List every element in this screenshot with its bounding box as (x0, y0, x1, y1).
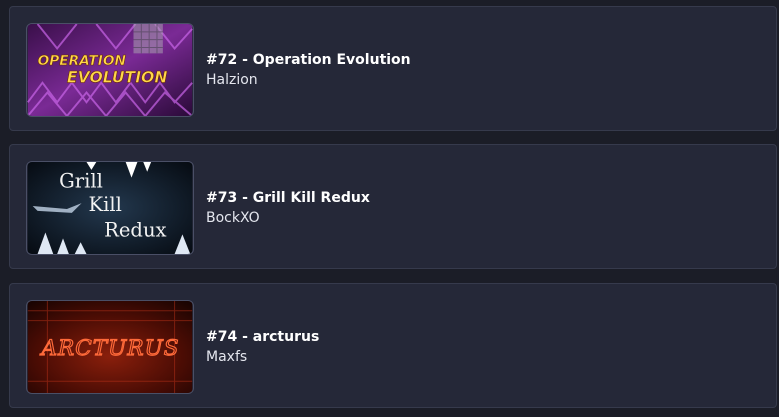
thumbnail-logo-line1: Grill (59, 169, 103, 192)
thumbnail-image: OPERATION EVOLUTION (27, 24, 193, 116)
level-info: #74 - arcturus Maxfs (206, 328, 319, 367)
level-card[interactable]: Grill Kill Redux #73 - Grill Kill Redux … (9, 144, 777, 269)
level-creator: Halzion (206, 72, 258, 88)
level-card[interactable]: OPERATION EVOLUTION #72 - Operation Evol… (9, 6, 777, 131)
thumbnail-logo-line1: OPERATION (38, 53, 127, 69)
level-creator: Maxfs (206, 349, 248, 365)
thumbnail-logo-line2: Kill (88, 193, 121, 216)
thumbnail-logo: ARCTURUS (39, 336, 178, 361)
level-thumbnail[interactable]: Grill Kill Redux (26, 161, 194, 255)
thumbnail-logo-line2: EVOLUTION (67, 68, 168, 87)
thumbnail-image: ARCTURUS (27, 301, 193, 393)
level-card[interactable]: ARCTURUS #74 - arcturus Maxfs (9, 283, 777, 408)
level-thumbnail[interactable]: OPERATION EVOLUTION (26, 23, 194, 117)
level-list: OPERATION EVOLUTION #72 - Operation Evol… (0, 0, 779, 417)
level-title[interactable]: #74 - arcturus (206, 328, 319, 346)
level-info: #72 - Operation Evolution Halzion (206, 51, 411, 90)
level-title[interactable]: #73 - Grill Kill Redux (206, 189, 370, 207)
level-title[interactable]: #72 - Operation Evolution (206, 51, 411, 69)
thumbnail-image: Grill Kill Redux (27, 162, 193, 254)
level-info: #73 - Grill Kill Redux BockXO (206, 189, 370, 228)
level-thumbnail[interactable]: ARCTURUS (26, 300, 194, 394)
level-creator: BockXO (206, 210, 260, 226)
thumbnail-logo-line3: Redux (104, 218, 166, 241)
